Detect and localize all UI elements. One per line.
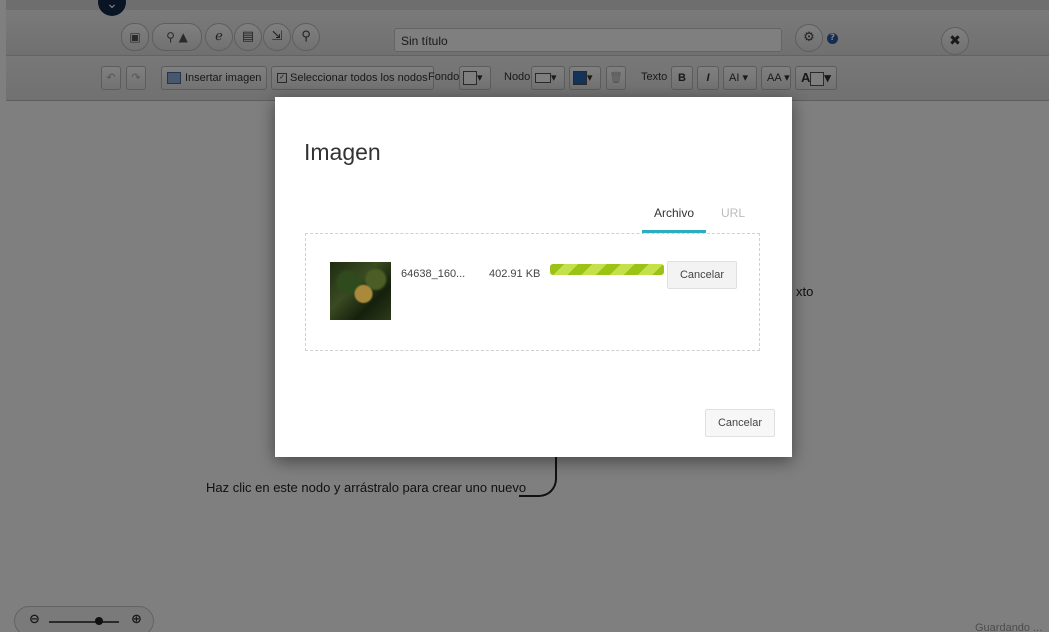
upload-progress-bar xyxy=(550,264,664,275)
image-dialog: Imagen Archivo URL 64638_160... 402.91 K… xyxy=(275,97,792,457)
tab-archivo[interactable]: Archivo xyxy=(642,206,706,233)
dialog-title: Imagen xyxy=(304,139,381,165)
cancel-button[interactable]: Cancelar xyxy=(705,409,775,437)
file-size: 402.91 KB xyxy=(489,268,541,280)
tab-url[interactable]: URL xyxy=(721,206,745,230)
upload-progress-fill xyxy=(550,264,664,275)
upload-dropzone[interactable]: 64638_160... 402.91 KB Cancelar xyxy=(305,233,760,351)
file-name: 64638_160... xyxy=(401,268,466,280)
image-thumbnail xyxy=(330,262,391,320)
cancel-upload-button[interactable]: Cancelar xyxy=(667,261,737,289)
